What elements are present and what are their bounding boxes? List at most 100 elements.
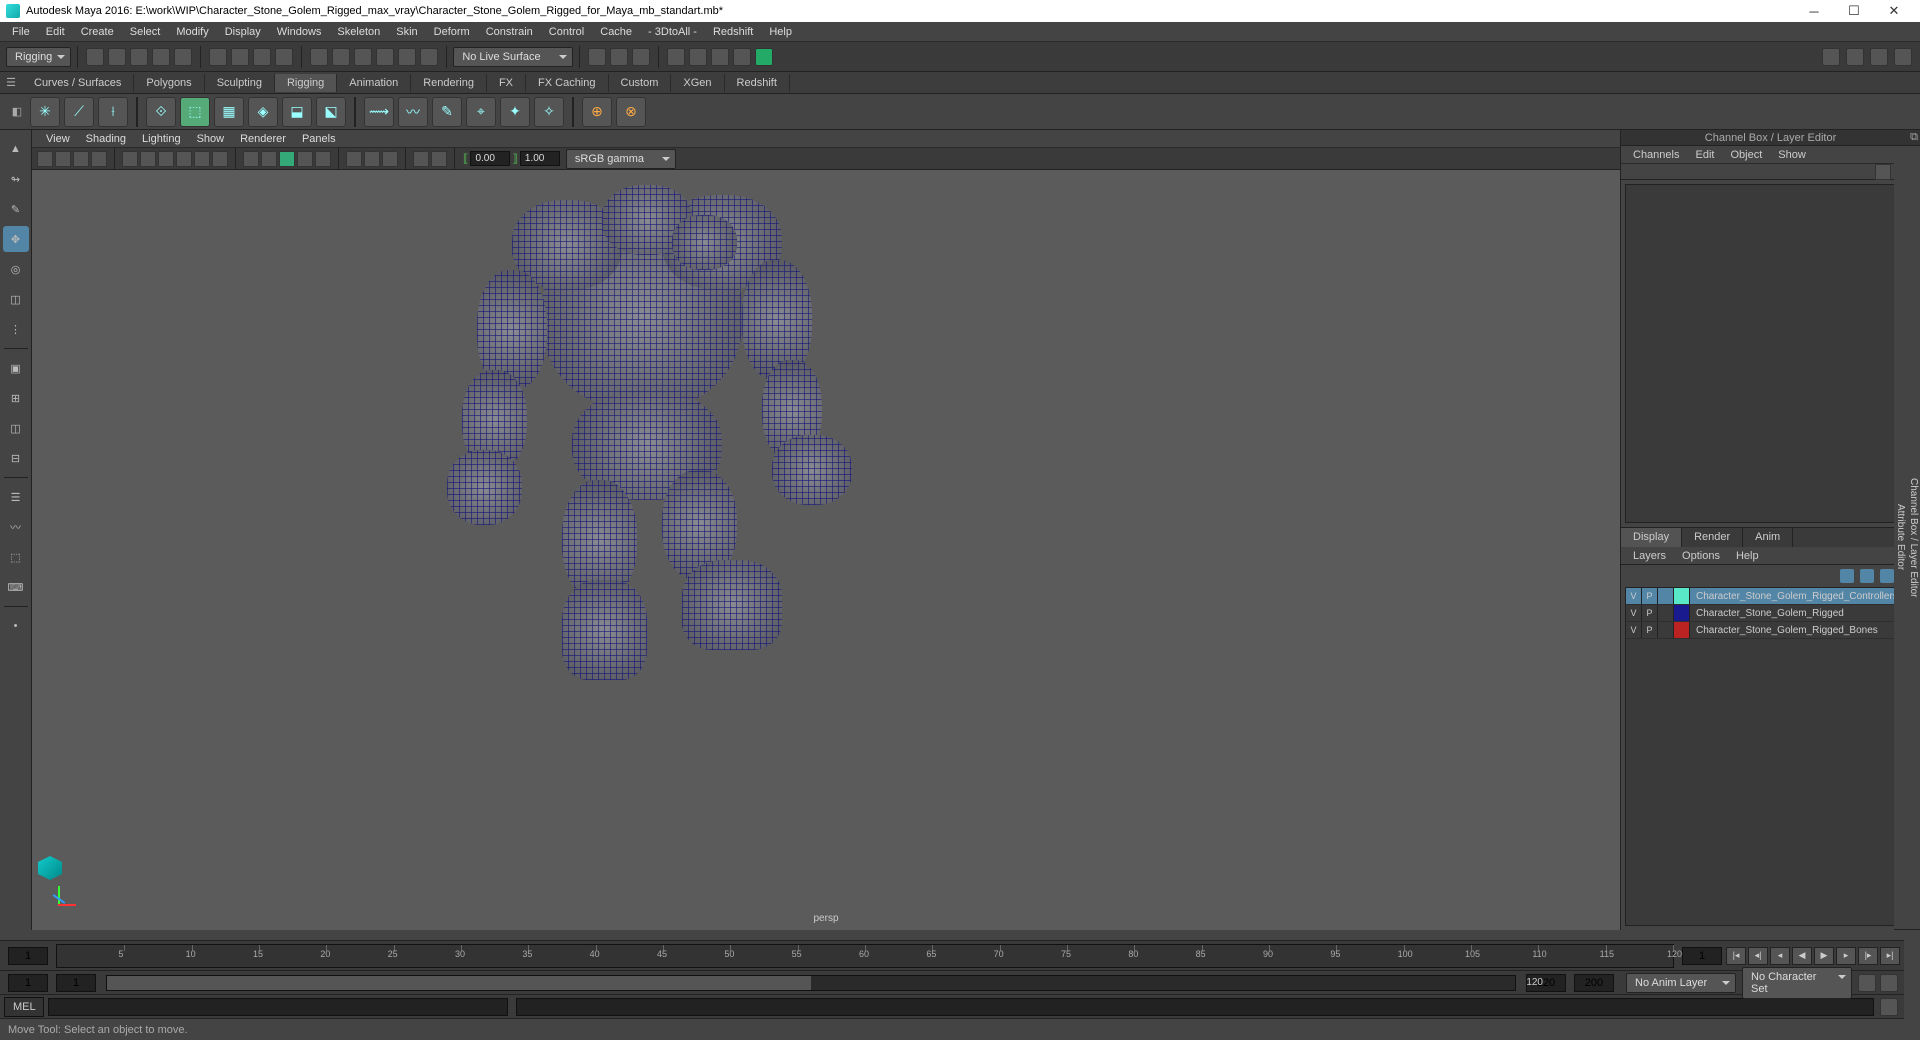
shelf-tab-polygons[interactable]: Polygons bbox=[134, 74, 204, 92]
vp-menu-shading[interactable]: Shading bbox=[78, 132, 134, 146]
vt-textured-icon[interactable] bbox=[279, 151, 295, 167]
viewport-3d[interactable]: persp bbox=[32, 170, 1620, 930]
layer-move-up-icon[interactable] bbox=[1840, 569, 1854, 583]
shelf-tab-rendering[interactable]: Rendering bbox=[411, 74, 487, 92]
shelf-tab-fx[interactable]: FX bbox=[487, 74, 526, 92]
shelf-tab-fx-caching[interactable]: FX Caching bbox=[526, 74, 608, 92]
goto-end-button[interactable]: ▸| bbox=[1880, 947, 1900, 965]
layout-extra-icon[interactable]: • bbox=[3, 613, 29, 639]
menu-deform[interactable]: Deform bbox=[426, 24, 478, 40]
vt-safe-action-icon[interactable] bbox=[212, 151, 228, 167]
live-surface-dropdown[interactable]: No Live Surface bbox=[453, 47, 573, 67]
menu-skin[interactable]: Skin bbox=[388, 24, 425, 40]
ch-menu-show[interactable]: Show bbox=[1770, 148, 1814, 162]
shelf-tab-rigging[interactable]: Rigging bbox=[275, 74, 337, 92]
golem-mesh[interactable] bbox=[442, 180, 862, 710]
shelf-editor-icon[interactable]: ◧ bbox=[6, 105, 28, 118]
menu-windows[interactable]: Windows bbox=[269, 24, 330, 40]
paint-select-icon[interactable] bbox=[253, 48, 271, 66]
render-settings-icon[interactable] bbox=[711, 48, 729, 66]
layer-new-empty-icon[interactable] bbox=[1880, 569, 1894, 583]
vt-lights-icon[interactable] bbox=[297, 151, 313, 167]
layer-vis[interactable]: V bbox=[1626, 622, 1642, 638]
layout-four-icon[interactable]: ⊞ bbox=[3, 385, 29, 411]
color-mgmt-dropdown[interactable]: sRGB gamma bbox=[566, 149, 676, 169]
snap-plane-icon[interactable] bbox=[376, 48, 394, 66]
menu-redshift[interactable]: Redshift bbox=[705, 24, 761, 40]
layer-menu-options[interactable]: Options bbox=[1674, 549, 1728, 563]
cmd-lang-button[interactable]: MEL bbox=[4, 997, 44, 1017]
joint-tool-icon[interactable]: ✳ bbox=[30, 97, 60, 127]
play-back-button[interactable]: ◀ bbox=[1792, 947, 1812, 965]
lasso-icon[interactable] bbox=[231, 48, 249, 66]
shelf-tab-custom[interactable]: Custom bbox=[609, 74, 672, 92]
insert-joint-icon[interactable]: ⟋ bbox=[64, 97, 94, 127]
layout-script-icon[interactable]: ⌨ bbox=[3, 574, 29, 600]
maximize-button[interactable]: ☐ bbox=[1834, 3, 1874, 19]
vt-expose-icon[interactable] bbox=[413, 151, 429, 167]
snap-toggle-icon[interactable] bbox=[420, 48, 438, 66]
range-min-input[interactable] bbox=[8, 974, 48, 992]
lattice-icon[interactable]: ▦ bbox=[214, 97, 244, 127]
vt-select-camera-icon[interactable] bbox=[37, 151, 53, 167]
layer-color-swatch[interactable] bbox=[1674, 605, 1690, 621]
snap-point-icon[interactable] bbox=[354, 48, 372, 66]
vt-bookmark-icon[interactable] bbox=[55, 151, 71, 167]
far-clip-input[interactable] bbox=[520, 151, 560, 166]
ch-menu-edit[interactable]: Edit bbox=[1687, 148, 1722, 162]
select-mode-icon[interactable] bbox=[209, 48, 227, 66]
step-back-key-button[interactable]: ◂| bbox=[1748, 947, 1768, 965]
layer-vis[interactable]: V bbox=[1626, 605, 1642, 621]
layer-playback[interactable]: P bbox=[1642, 588, 1658, 604]
select-options-icon[interactable] bbox=[275, 48, 293, 66]
goto-start-button[interactable]: |◂ bbox=[1726, 947, 1746, 965]
time-start-input[interactable] bbox=[8, 947, 48, 965]
layout-single-icon[interactable]: ▣ bbox=[3, 355, 29, 381]
render-view-icon[interactable] bbox=[733, 48, 751, 66]
character-set-dropdown[interactable]: No Character Set bbox=[1742, 967, 1852, 999]
open-scene-icon[interactable] bbox=[108, 48, 126, 66]
ch-menu-channels[interactable]: Channels bbox=[1625, 148, 1687, 162]
vt-image-plane-icon[interactable] bbox=[73, 151, 89, 167]
vp-menu-lighting[interactable]: Lighting bbox=[134, 132, 189, 146]
modeling-toolkit-icon[interactable] bbox=[1822, 48, 1840, 66]
history-options-icon[interactable] bbox=[632, 48, 650, 66]
shelf-tab-animation[interactable]: Animation bbox=[337, 74, 411, 92]
menu-modify[interactable]: Modify bbox=[168, 24, 216, 40]
layer-playback[interactable]: P bbox=[1642, 622, 1658, 638]
select-tool[interactable]: ▲ bbox=[3, 136, 29, 162]
close-button[interactable]: ✕ bbox=[1874, 3, 1914, 19]
shelf-tab-redshift[interactable]: Redshift bbox=[725, 74, 790, 92]
layer-row[interactable]: VPCharacter_Stone_Golem_Rigged bbox=[1626, 605, 1915, 622]
vt-film-gate-icon[interactable] bbox=[140, 151, 156, 167]
vt-shaded-icon[interactable] bbox=[261, 151, 277, 167]
redo-icon[interactable] bbox=[174, 48, 192, 66]
vt-2d-pan-icon[interactable] bbox=[91, 151, 107, 167]
layer-vis[interactable]: V bbox=[1626, 588, 1642, 604]
menu-skeleton[interactable]: Skeleton bbox=[329, 24, 388, 40]
vt-xray-icon[interactable] bbox=[364, 151, 380, 167]
render-icon[interactable] bbox=[667, 48, 685, 66]
playback-end-input[interactable] bbox=[1574, 974, 1614, 992]
wrap-icon[interactable]: ⬕ bbox=[316, 97, 346, 127]
ipr-render-icon[interactable] bbox=[689, 48, 707, 66]
menu-select[interactable]: Select bbox=[122, 24, 169, 40]
layer-playback[interactable]: P bbox=[1642, 605, 1658, 621]
play-forward-button[interactable]: ▶ bbox=[1814, 947, 1834, 965]
mirror-joint-icon[interactable]: ⟊ bbox=[98, 97, 128, 127]
scale-tool[interactable]: ◫ bbox=[3, 286, 29, 312]
constraint-parent-icon[interactable]: ⊕ bbox=[582, 97, 612, 127]
script-editor-icon[interactable] bbox=[1880, 998, 1898, 1016]
layer-menu-layers[interactable]: Layers bbox=[1625, 549, 1674, 563]
vt-gate-mask-icon[interactable] bbox=[176, 151, 192, 167]
vp-menu-show[interactable]: Show bbox=[189, 132, 233, 146]
channel-box[interactable] bbox=[1625, 184, 1916, 523]
time-end-input[interactable] bbox=[1682, 947, 1722, 965]
layout-outliner-icon[interactable]: ☰ bbox=[3, 484, 29, 510]
shelf-tab-sculpting[interactable]: Sculpting bbox=[205, 74, 275, 92]
anim-layer-dropdown[interactable]: No Anim Layer bbox=[1626, 973, 1736, 993]
shelf-tab-curves-surfaces[interactable]: Curves / Surfaces bbox=[22, 74, 134, 92]
render-sequence-icon[interactable] bbox=[755, 48, 773, 66]
layer-color-swatch[interactable] bbox=[1674, 588, 1690, 604]
step-back-button[interactable]: ◂ bbox=[1770, 947, 1790, 965]
